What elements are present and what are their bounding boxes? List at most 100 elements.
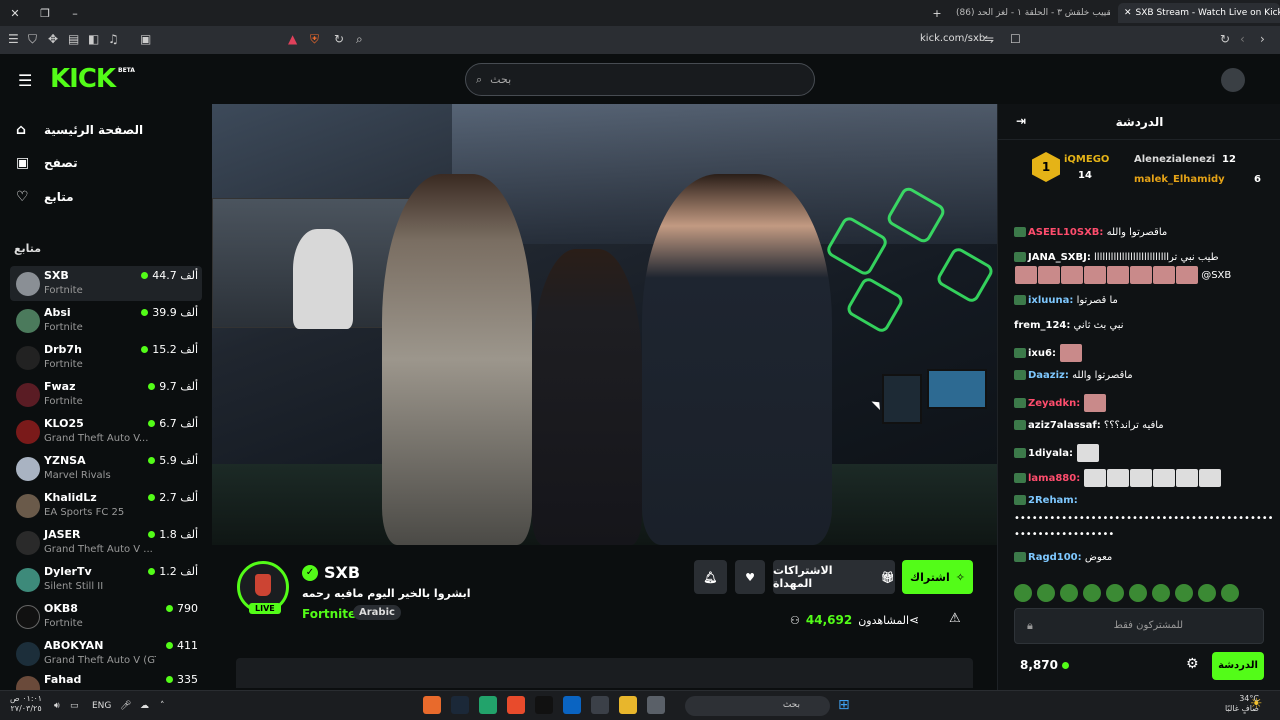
chat-username[interactable]: Ragd100: [1028, 552, 1082, 563]
follow-button[interactable]: ♥ [735, 560, 765, 594]
share-icon[interactable]: ⋖ [909, 613, 919, 627]
send-chat-button[interactable]: الدردشة [1212, 652, 1264, 680]
channel-item[interactable]: Fahad 335 [10, 670, 202, 690]
outlook-icon[interactable] [563, 696, 581, 714]
video-player[interactable] [212, 104, 997, 545]
tab-youtube[interactable]: (86) التقييب خلقش ٣ - الحلقة ١ - لغز الح… [950, 3, 1110, 23]
share-url-icon[interactable]: ↻ [334, 32, 344, 46]
gifter-name[interactable]: iQMEGO [1064, 154, 1109, 165]
channel-item[interactable]: JASER Grand Theft Auto V ... 1.8 ألف [10, 525, 202, 560]
extensions-icon[interactable]: ✥ [48, 32, 58, 46]
forward-icon[interactable]: › [1260, 32, 1265, 46]
shield-icon[interactable]: ⛉ [28, 32, 37, 47]
channel-item[interactable]: YZNSA Marvel Rivals 5.9 ألف [10, 451, 202, 486]
emote-icon[interactable] [1152, 584, 1170, 602]
taskbar-search[interactable]: بحث [685, 696, 830, 716]
emote-icon[interactable] [1083, 584, 1101, 602]
nav-home[interactable]: ⌂ الصفحة الرئيسية [16, 122, 143, 138]
screenshot-icon[interactable]: ▣ [140, 32, 151, 46]
chat-username[interactable]: lama880: [1028, 473, 1080, 484]
language-indicator[interactable]: ENG [92, 701, 111, 711]
channel-item[interactable]: ABOKYAN Grand Theft Auto V (GT... 411 [10, 636, 202, 671]
gifter-name[interactable]: Alenezialenezi [1134, 154, 1215, 165]
back-icon[interactable]: ‹ [1240, 32, 1245, 46]
channel-item[interactable]: Drb7h Fortnite 15.2 ألف [10, 340, 202, 375]
chat-settings-icon[interactable]: ⚙ [1186, 656, 1199, 672]
chat-username[interactable]: frem_124: [1014, 320, 1070, 331]
search-input[interactable]: ⌕ بحث [465, 63, 815, 96]
collapse-chat-icon[interactable]: ⇥ [1016, 114, 1026, 128]
emote-icon[interactable] [1129, 584, 1147, 602]
chat-username[interactable]: ASEEL10SXB: [1028, 227, 1103, 238]
mic-icon[interactable]: 🎤︎ [120, 701, 131, 711]
sidebar-icon[interactable]: ◧ [88, 32, 99, 46]
hamburger-icon[interactable]: ☰ [18, 71, 32, 90]
emote-icon[interactable] [1037, 584, 1055, 602]
channel-item[interactable]: KLO25 Grand Theft Auto V... 6.7 ألف [10, 414, 202, 449]
nav-browse[interactable]: ▣ تصفح [16, 155, 78, 171]
url-text[interactable]: kick.com/sxb [920, 33, 985, 44]
gifter-name[interactable]: malek_Elhamidy [1134, 174, 1225, 185]
chat-username[interactable]: JANA_SXBJ: [1028, 252, 1091, 263]
menu-icon[interactable]: ☰ [8, 32, 19, 46]
app-icon[interactable] [423, 696, 441, 714]
nav-following[interactable]: ♡ متابع [16, 189, 74, 205]
channel-item[interactable]: Absi Fortnite 39.9 ألف [10, 303, 202, 338]
app-icon[interactable] [647, 696, 665, 714]
emote-icon[interactable] [1175, 584, 1193, 602]
language-tag[interactable]: Arabic [353, 605, 401, 620]
new-tab-icon[interactable]: + [922, 7, 952, 20]
tabs-icon[interactable]: ▤ [68, 32, 79, 46]
emote-icon[interactable] [1106, 584, 1124, 602]
close-window-icon[interactable]: ✕ [0, 7, 30, 20]
gift-subs-button[interactable]: الاشتراكات المهداة 🎁︎ [773, 560, 895, 594]
store-icon[interactable] [591, 696, 609, 714]
network-icon[interactable]: ▭ [70, 701, 79, 711]
chat-input[interactable]: 🔒︎ للمشتركون فقط [1014, 608, 1264, 644]
brave-icon[interactable] [507, 696, 525, 714]
game-link[interactable]: Fortnite [302, 607, 356, 621]
chat-username[interactable]: 1diyala: [1028, 448, 1073, 459]
channel-item[interactable]: KhalidLz EA Sports FC 25 2.7 ألف [10, 488, 202, 523]
report-icon[interactable]: ⚠ [949, 611, 961, 626]
windows-start-icon[interactable]: ⊞ [838, 697, 850, 713]
chat-username[interactable]: 2Reham: [1028, 495, 1078, 506]
channel-points[interactable]: 8,870 [1020, 658, 1069, 672]
cloud-icon[interactable]: ☁ [140, 701, 149, 711]
emote-icon[interactable] [1221, 584, 1239, 602]
minimize-window-icon[interactable]: – [60, 7, 90, 20]
clock[interactable]: ٠١:٠١ ص ٢٧/٠٣/٢٥ [10, 694, 42, 714]
tiktok-icon[interactable] [535, 696, 553, 714]
steam-icon[interactable] [451, 696, 469, 714]
restore-window-icon[interactable]: ❐ [30, 7, 60, 20]
chat-username[interactable]: ixu6: [1028, 348, 1056, 359]
channel-item[interactable]: OKB8 Fortnite 790 [10, 599, 202, 634]
notification-button[interactable]: 🔔︎ [694, 560, 727, 594]
emote-icon[interactable] [1014, 584, 1032, 602]
channel-item[interactable]: SXB Fortnite 44.7 ألف [10, 266, 202, 301]
emote-icon[interactable] [1060, 584, 1078, 602]
streamer-name[interactable]: ✓ SXB [302, 563, 360, 582]
tray-expand-icon[interactable]: ˄ [160, 701, 165, 711]
brave-shield-icon[interactable]: ⛨ [310, 32, 319, 47]
app-icon[interactable] [479, 696, 497, 714]
kick-logo[interactable]: KICK [50, 64, 116, 94]
chat-username[interactable]: Daaziz: [1028, 370, 1069, 381]
user-avatar[interactable] [1221, 68, 1245, 92]
folder-icon[interactable] [619, 696, 637, 714]
channel-item[interactable]: Fwaz Fortnite 9.7 ألف [10, 377, 202, 412]
chat-username[interactable]: aziz7alassaf: [1028, 420, 1101, 431]
channel-item[interactable]: DylerTv Silent Still II 1.2 ألف [10, 562, 202, 597]
subscribe-button[interactable]: اشتراك ✧ [902, 560, 973, 594]
close-tab-icon[interactable]: ✕ [1124, 8, 1132, 18]
reload-icon[interactable]: ↻ [1220, 32, 1230, 46]
music-icon[interactable]: ♫ [108, 32, 119, 46]
tune-icon[interactable]: ⇋ [984, 32, 994, 46]
tab-kick[interactable]: ✕ SXB Stream - Watch Live on Kick [1118, 3, 1280, 23]
aria-icon[interactable]: ▲ [288, 32, 297, 46]
chat-username[interactable]: ixluuna: [1028, 295, 1073, 306]
bookmark-icon[interactable]: ☐ [1010, 32, 1021, 46]
chat-username[interactable]: Zeyadkn: [1028, 398, 1080, 409]
emote-icon[interactable] [1198, 584, 1216, 602]
volume-icon[interactable]: 🔊︎ [54, 701, 60, 711]
